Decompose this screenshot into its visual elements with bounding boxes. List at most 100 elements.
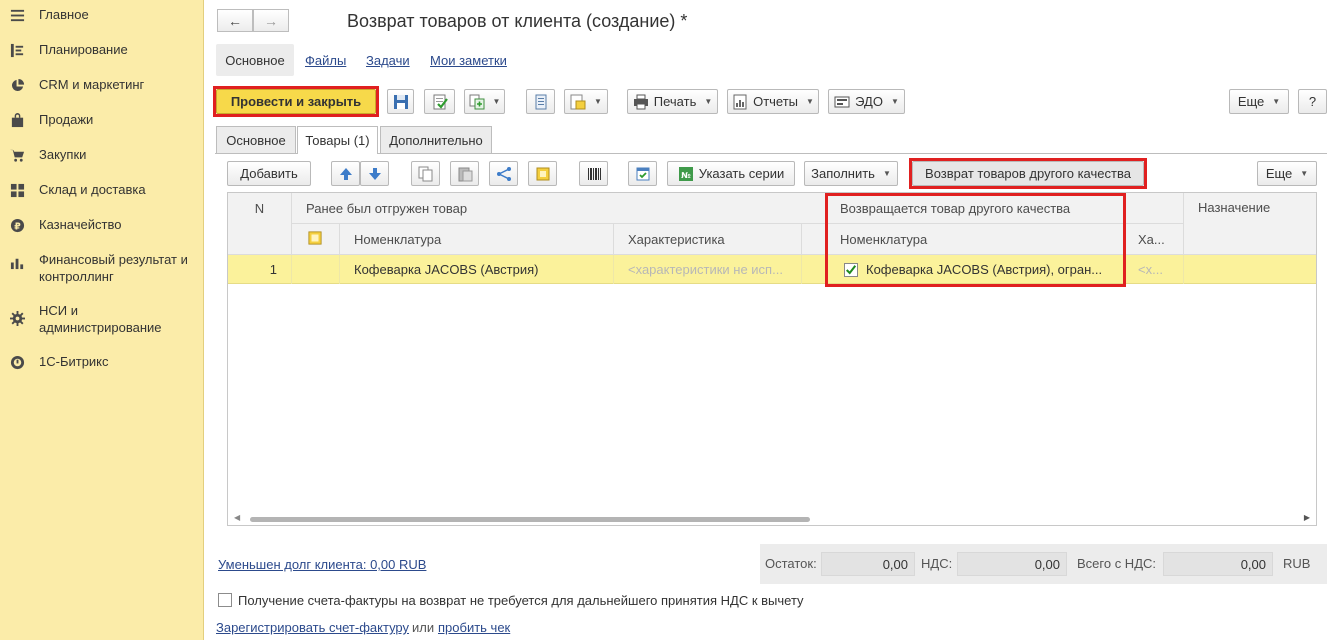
post-and-close-button[interactable]: Провести и закрыть [216,89,376,114]
column-header-spacer [802,224,826,255]
sidebar-item-sales[interactable]: Продажи [0,111,204,128]
column-header-icon [292,224,340,255]
sidebar-item-label: CRM и маркетинг [39,77,145,92]
total-with-vat-field: 0,00 [1163,552,1273,576]
column-header-nomenclature[interactable]: Номенклатура [340,224,614,255]
currency-label: RUB [1283,556,1311,571]
page-title: Возврат товаров от клиента (создание) * [347,11,688,31]
row-return-nomenclature[interactable]: Кофеварка JACOBS (Австрия), огран... [826,255,1124,284]
arrow-up-icon [338,166,354,182]
document-structure-icon [570,94,586,110]
more-actions-button[interactable]: Еще ▼ [1229,89,1289,114]
print-button[interactable]: Печать ▼ [627,89,718,114]
sidebar-item-label: Казначейство [39,217,122,232]
sidebar-item-admin[interactable]: НСИ и администрирование [0,302,204,336]
scroll-right-icon[interactable]: ▶ [1304,513,1310,522]
row-nomenclature[interactable]: Кофеварка JACOBS (Австрия) [340,255,614,284]
barcode-button[interactable] [579,161,608,186]
reports-label: Отчеты [753,94,799,109]
chevron-down-icon: ▼ [806,97,814,106]
row-icon-cell [292,255,340,284]
move-up-button[interactable] [331,161,360,186]
chevron-down-icon: ▼ [882,169,891,178]
client-debt-link[interactable]: Уменьшен долг клиента: 0,00 RUB [218,557,426,572]
help-button[interactable]: ? [1298,89,1327,114]
sidebar-item-crm[interactable]: CRM и маркетинг [0,76,204,93]
register-invoice-link[interactable]: Зарегистрировать счет-фактуру [216,620,409,635]
split-row-button[interactable] [489,161,518,186]
sidebar-item-main[interactable]: Главное [0,6,204,23]
pick-button[interactable] [528,161,557,186]
arrow-right-icon: → [264,12,278,29]
fill-label: Заполнить [811,166,875,181]
edo-icon [834,94,850,110]
return-other-quality-button[interactable]: Возврат товаров другого качества [912,161,1144,186]
checkbox-checked-icon[interactable] [844,262,858,277]
copy-icon [418,166,434,182]
sidebar-item-warehouse[interactable]: Склад и доставка [0,181,204,198]
sidebar-item-finance[interactable]: Финансовый результат и контроллинг [0,251,204,285]
tab-my-notes[interactable]: Мои заметки [430,53,507,68]
horizontal-scrollbar[interactable]: ◀ ▶ [234,513,1310,523]
tab-main[interactable]: Основное [216,44,294,76]
column-header-purpose[interactable]: Назначение [1184,193,1316,255]
punch-check-link[interactable]: пробить чек [438,620,510,635]
column-group-shipped: Ранее был отгружен товар [292,193,826,224]
move-down-button[interactable] [360,161,389,186]
invoice-not-required-label: Получение счета-фактуры на возврат не тр… [238,593,804,608]
tab-main-page[interactable]: Основное [216,126,296,153]
column-group-returned: Возвращается товар другого качества [826,193,1184,224]
warehouse-icon [9,182,25,198]
create-based-on-button[interactable]: ▼ [464,89,505,114]
total-with-vat-label: Всего с НДС: [1077,556,1157,571]
sidebar-item-treasury[interactable]: ₽ Казначейство [0,216,204,233]
journal-button[interactable] [526,89,555,114]
structure-button[interactable]: ▼ [564,89,608,114]
column-header-return-characteristic[interactable]: Ха... [1124,224,1184,255]
copy-row-button[interactable] [411,161,440,186]
check-button[interactable] [628,161,657,186]
arrow-left-icon: ← [228,12,242,29]
specify-series-button[interactable]: № Указать серии [667,161,795,186]
tab-additional[interactable]: Дополнительно [380,126,492,153]
floppy-disk-icon [393,94,409,110]
row-return-characteristic[interactable]: <х... [1124,255,1184,284]
specify-series-label: Указать серии [698,166,785,181]
back-button[interactable]: ← [217,9,253,32]
chevron-down-icon: ▼ [890,97,899,106]
sidebar-item-bitrix[interactable]: 1С-Битрикс [0,353,204,370]
forward-button[interactable]: → [253,9,289,32]
paste-rows-button[interactable] [450,161,479,186]
sidebar-item-label: Склад и доставка [39,182,146,197]
list-document-icon [533,94,549,110]
goods-table[interactable]: N Ранее был отгружен товар Возвращается … [227,192,1317,526]
sidebar-item-label: Финансовый результат и контроллинг [39,252,188,284]
row-characteristic[interactable]: <характеристики не исп... [614,255,802,284]
tab-goods[interactable]: Товары (1) [297,126,378,154]
edo-label: ЭДО [855,94,883,109]
tab-files[interactable]: Файлы [305,53,346,68]
series-icon: № [678,166,694,182]
add-row-button[interactable]: Добавить [227,161,311,186]
sidebar-item-purchases[interactable]: Закупки [0,146,204,163]
edo-button[interactable]: ЭДО ▼ [828,89,905,114]
sidebar-item-planning[interactable]: Планирование [0,41,204,58]
report-icon [732,94,748,110]
barcode-icon [586,166,602,182]
invoice-not-required-checkbox[interactable] [218,593,232,607]
column-header-n[interactable]: N [228,193,292,255]
save-button[interactable] [387,89,414,114]
table-more-button[interactable]: Еще ▼ [1257,161,1317,186]
chevron-down-icon: ▼ [1300,169,1309,178]
scrollbar-thumb[interactable] [250,517,810,522]
remainder-label: Остаток: [765,556,817,571]
cart-icon [9,147,25,163]
reports-button[interactable]: Отчеты ▼ [727,89,819,114]
scroll-left-icon[interactable]: ◀ [234,513,240,522]
column-header-characteristic[interactable]: Характеристика [614,224,802,255]
post-button[interactable] [424,89,455,114]
tab-tasks[interactable]: Задачи [366,53,410,68]
fill-button[interactable]: Заполнить ▼ [804,161,898,186]
column-header-return-nomenclature[interactable]: Номенклатура [826,224,1124,255]
more-label: Еще [1237,94,1265,109]
